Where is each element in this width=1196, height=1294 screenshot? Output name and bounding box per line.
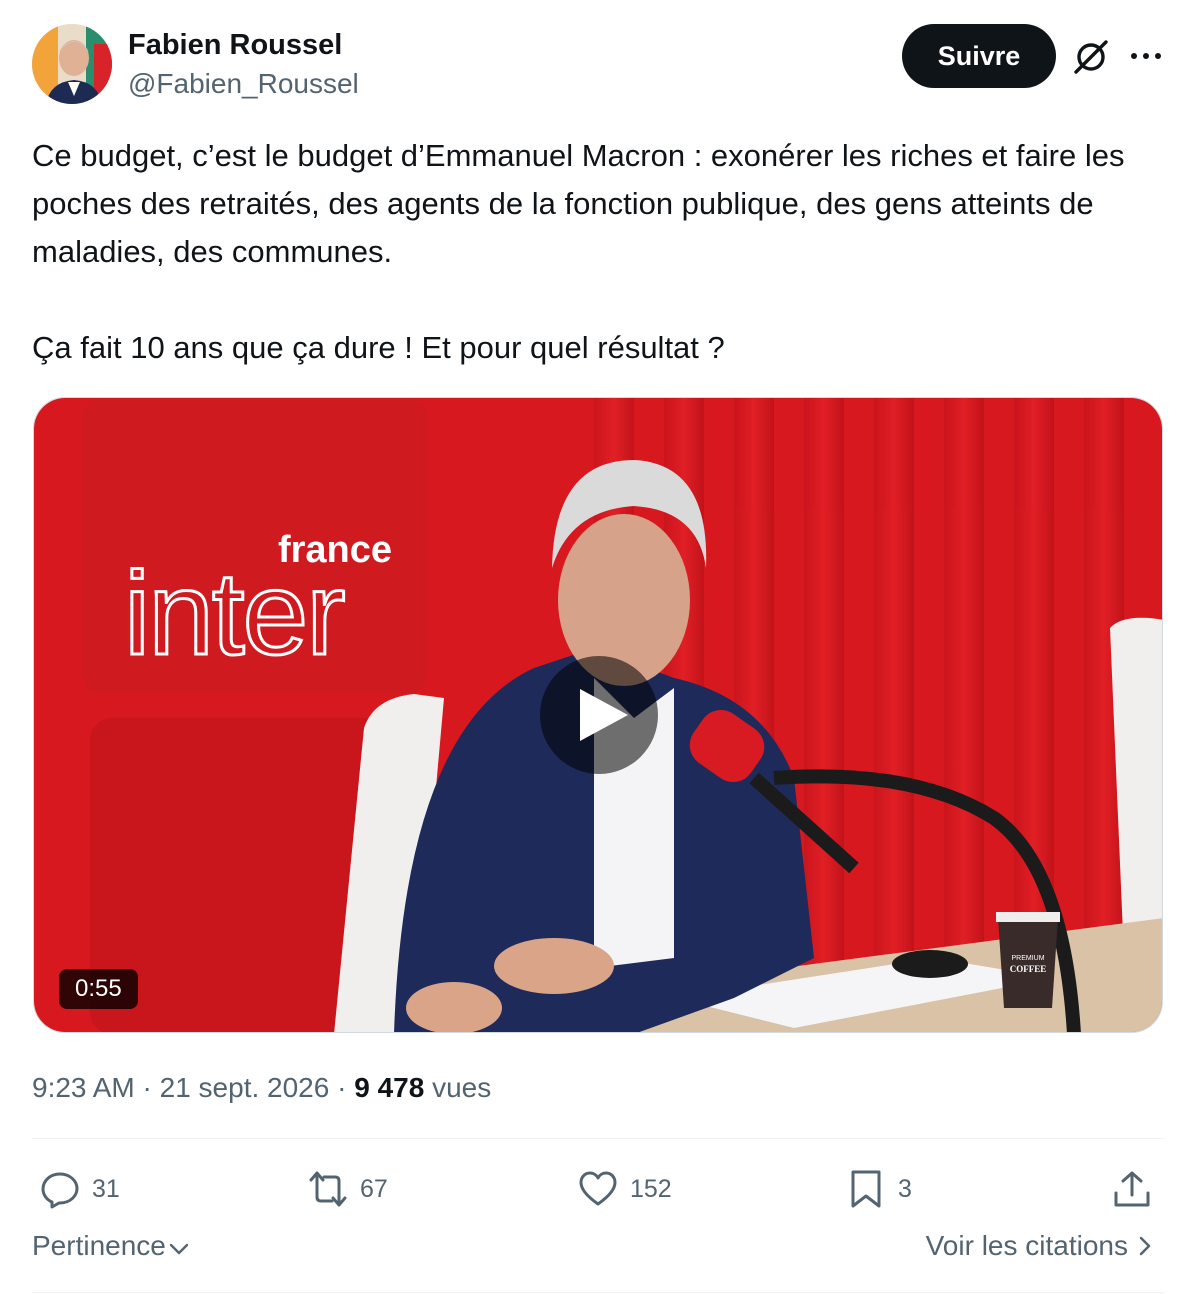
author-display-name[interactable]: Fabien Roussel <box>128 26 359 64</box>
action-bar: 31 67 152 3 <box>32 1164 1164 1214</box>
tweet-date[interactable]: 21 sept. 2026 <box>160 1072 330 1103</box>
more-icon[interactable] <box>1128 38 1164 74</box>
repost-icon <box>309 1171 347 1207</box>
reply-count: 31 <box>92 1174 120 1203</box>
tweet-text: Ce budget, c’est le budget d’Emmanuel Ma… <box>32 132 1152 372</box>
cup-label-bottom: COFFEE <box>1010 964 1047 974</box>
follow-button[interactable]: Suivre <box>902 24 1056 88</box>
grok-icon[interactable] <box>1072 38 1110 76</box>
avatar[interactable] <box>32 24 112 104</box>
replies-toolbar: Pertinence Voir les citations <box>32 1230 1164 1272</box>
logo-inter-text: inter <box>124 548 344 680</box>
views-label: vues <box>424 1072 492 1103</box>
divider <box>32 1292 1164 1293</box>
meta-separator: · <box>134 1072 160 1103</box>
bookmark-button[interactable]: 3 <box>846 1164 912 1214</box>
sort-dropdown[interactable]: Pertinence <box>32 1230 190 1262</box>
sort-label: Pertinence <box>32 1230 166 1261</box>
reply-button[interactable]: 31 <box>40 1164 120 1214</box>
like-count: 152 <box>630 1174 672 1203</box>
video-player[interactable]: france inter PREMIUM COFFEE 0:55 <box>33 397 1163 1033</box>
bookmark-icon <box>851 1170 881 1208</box>
share-icon <box>1114 1171 1150 1207</box>
quotes-label: Voir les citations <box>925 1230 1128 1261</box>
author-handle[interactable]: @Fabien_Roussel <box>128 64 359 104</box>
reply-icon <box>41 1172 79 1209</box>
chevron-down-icon <box>169 1243 189 1255</box>
tweet-paragraph: Ce budget, c’est le budget d’Emmanuel Ma… <box>32 138 1125 269</box>
divider <box>32 1138 1164 1139</box>
tweet-time[interactable]: 9:23 AM <box>32 1072 135 1103</box>
bookmark-count: 3 <box>898 1174 912 1203</box>
tweet-header: Fabien Roussel @Fabien_Roussel Suivre <box>32 24 1164 106</box>
views-count: 9 478 <box>354 1072 425 1103</box>
repost-count: 67 <box>360 1174 388 1203</box>
view-quotes-link[interactable]: Voir les citations <box>926 1230 1156 1262</box>
meta-separator: · <box>329 1072 355 1103</box>
repost-button[interactable]: 67 <box>308 1164 388 1214</box>
cup-label-top: PREMIUM <box>1011 955 1044 962</box>
share-button[interactable] <box>1112 1164 1164 1214</box>
like-button[interactable]: 152 <box>578 1164 672 1214</box>
chevron-right-icon <box>1139 1236 1151 1256</box>
play-button[interactable] <box>540 656 658 774</box>
video-duration-badge: 0:55 <box>59 969 138 1009</box>
tweet-paragraph: Ça fait 10 ans que ça dure ! Et pour que… <box>32 330 725 365</box>
avatar-image <box>32 24 112 104</box>
like-icon <box>579 1171 617 1206</box>
play-icon <box>580 689 628 741</box>
tweet-meta: 9:23 AM · 21 sept. 2026 · 9 478 vues <box>32 1068 491 1108</box>
